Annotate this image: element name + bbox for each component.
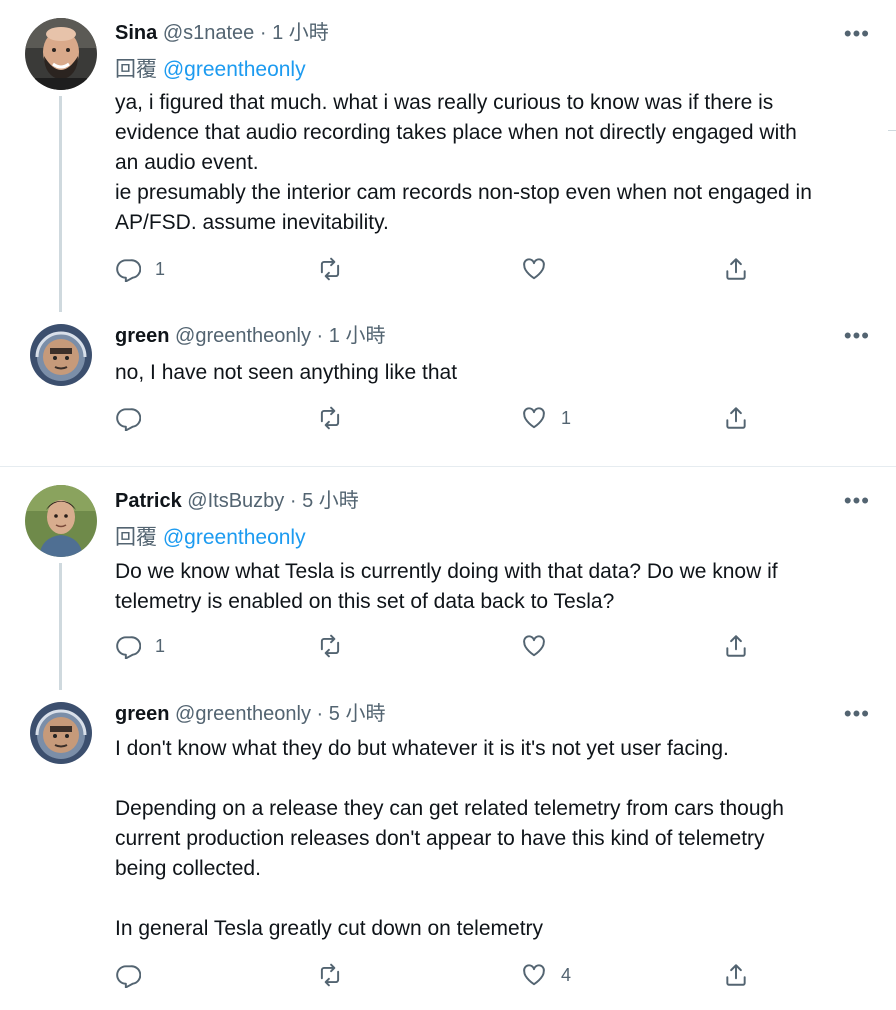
tweet-text-line: I don't know what they do but whatever i… — [115, 737, 729, 760]
tweet-text-line: Depending on a release they can get rela… — [115, 797, 784, 820]
reply-icon — [116, 408, 141, 431]
author-handle[interactable]: @greentheonly — [175, 325, 311, 347]
tweet-text: Do we know what Tesla is currently doing… — [115, 557, 875, 617]
tweet-header: green @greentheonly · 1 小時 — [115, 322, 385, 350]
avatar-green[interactable] — [30, 702, 92, 764]
tweet-header: Sina @s1natee · 1 小時 — [115, 19, 329, 47]
avatar-patrick-image — [25, 485, 97, 557]
like-icon — [523, 964, 545, 986]
share-button[interactable] — [723, 962, 749, 988]
tweet-text-line: no, I have not seen anything like that — [115, 361, 458, 384]
more-options-icon[interactable]: ••• — [844, 325, 870, 347]
reply-icon — [116, 965, 141, 988]
tweet-header: Patrick @ItsBuzby · 5 小時 — [115, 487, 359, 515]
separator-dot: · — [316, 703, 324, 725]
tweet-text-line: an audio event. — [115, 151, 259, 174]
retweet-button[interactable] — [317, 633, 343, 659]
author-name[interactable]: Patrick — [115, 490, 182, 512]
avatar-sina-image — [25, 18, 97, 90]
tweet-text-line: ya, i figured that much. what i was real… — [115, 91, 774, 114]
share-icon — [726, 635, 746, 657]
more-options-icon[interactable]: ••• — [844, 703, 870, 725]
tweet-text: no, I have not seen anything like that — [115, 358, 875, 388]
avatar-sina[interactable] — [25, 18, 97, 90]
author-name[interactable]: green — [115, 703, 169, 725]
tweet-green-1[interactable]: green @greentheonly · 1 小時 ••• no, I hav… — [0, 312, 896, 466]
share-button[interactable] — [723, 405, 749, 431]
like-icon — [523, 258, 545, 280]
like-icon — [523, 635, 545, 657]
tweet-sina[interactable]: Sina @s1natee · 1 小時 ••• 回覆 @greentheonl… — [0, 0, 896, 312]
separator-dot: · — [316, 325, 324, 347]
retweet-button[interactable] — [317, 405, 343, 431]
separator-dot: · — [259, 22, 267, 44]
thread-line — [59, 96, 62, 312]
tweet-text-line: Do we know what Tesla is currently doing… — [115, 560, 778, 583]
like-button[interactable] — [521, 256, 561, 282]
retweet-icon — [320, 634, 340, 658]
reply-icon — [116, 259, 141, 282]
more-options-icon[interactable]: ••• — [844, 23, 870, 45]
share-button[interactable] — [723, 256, 749, 282]
tweet-patrick[interactable]: Patrick @ItsBuzby · 5 小時 ••• 回覆 @greenth… — [0, 467, 896, 690]
reply-prefix: 回覆 — [115, 526, 157, 549]
replying-to: 回覆 @greentheonly — [115, 524, 306, 552]
avatar-green[interactable] — [30, 324, 92, 386]
tweet-text: I don't know what they do but whatever i… — [115, 734, 875, 944]
share-icon — [726, 964, 746, 986]
tweet-text-line: ie presumably the interior cam records n… — [115, 181, 812, 204]
retweet-button[interactable] — [317, 256, 343, 282]
tweet-header: green @greentheonly · 5 小時 — [115, 700, 385, 728]
like-button[interactable]: 4 — [521, 962, 571, 988]
retweet-icon — [320, 257, 340, 281]
retweet-icon — [320, 406, 340, 430]
reply-button[interactable]: 1 — [115, 633, 165, 659]
tweet-time[interactable]: 1 小時 — [272, 22, 329, 44]
thread-line — [59, 563, 62, 690]
author-name[interactable]: green — [115, 325, 169, 347]
reply-mention-link[interactable]: @greentheonly — [163, 526, 306, 549]
tweet-green-2[interactable]: green @greentheonly · 5 小時 ••• I don't k… — [0, 690, 896, 1010]
reply-count: 1 — [155, 258, 166, 279]
reply-count: 1 — [155, 635, 166, 656]
separator-dot: · — [289, 490, 297, 512]
tweet-text-line: evidence that audio recording takes plac… — [115, 121, 797, 144]
avatar-green-image — [30, 324, 92, 386]
scroll-edge-mark — [888, 130, 896, 131]
author-handle[interactable]: @ItsBuzby — [187, 490, 284, 512]
like-count: 4 — [561, 964, 572, 985]
avatar-green-image — [30, 702, 92, 764]
tweet-text-line: telemetry is enabled on this set of data… — [115, 590, 615, 613]
retweet-icon — [320, 963, 340, 987]
share-icon — [726, 258, 746, 280]
reply-button[interactable]: 1 — [115, 256, 165, 282]
like-count: 1 — [561, 407, 572, 428]
reply-mention-link[interactable]: @greentheonly — [163, 58, 306, 81]
tweet-time[interactable]: 5 小時 — [302, 490, 359, 512]
reply-icon — [116, 636, 141, 659]
reply-button[interactable] — [115, 962, 155, 988]
author-name[interactable]: Sina — [115, 22, 157, 44]
reply-prefix: 回覆 — [115, 58, 157, 81]
retweet-button[interactable] — [317, 962, 343, 988]
tweet-time[interactable]: 5 小時 — [329, 703, 386, 725]
like-button[interactable] — [521, 633, 561, 659]
tweet-text-line: AP/FSD. assume inevitability. — [115, 211, 389, 234]
tweet-text: ya, i figured that much. what i was real… — [115, 88, 875, 238]
share-button[interactable] — [723, 633, 749, 659]
tweet-text-line: being collected. — [115, 857, 261, 880]
replying-to: 回覆 @greentheonly — [115, 56, 306, 84]
share-icon — [726, 407, 746, 429]
author-handle[interactable]: @s1natee — [163, 22, 254, 44]
like-button[interactable]: 1 — [521, 405, 571, 431]
tweet-time[interactable]: 1 小時 — [329, 325, 386, 347]
more-options-icon[interactable]: ••• — [844, 490, 870, 512]
avatar-patrick[interactable] — [25, 485, 97, 557]
tweet-text-line: current production releases don't appear… — [115, 827, 765, 850]
reply-button[interactable] — [115, 405, 155, 431]
author-handle[interactable]: @greentheonly — [175, 703, 311, 725]
like-icon — [523, 407, 545, 429]
tweet-text-line: In general Tesla greatly cut down on tel… — [115, 917, 544, 940]
